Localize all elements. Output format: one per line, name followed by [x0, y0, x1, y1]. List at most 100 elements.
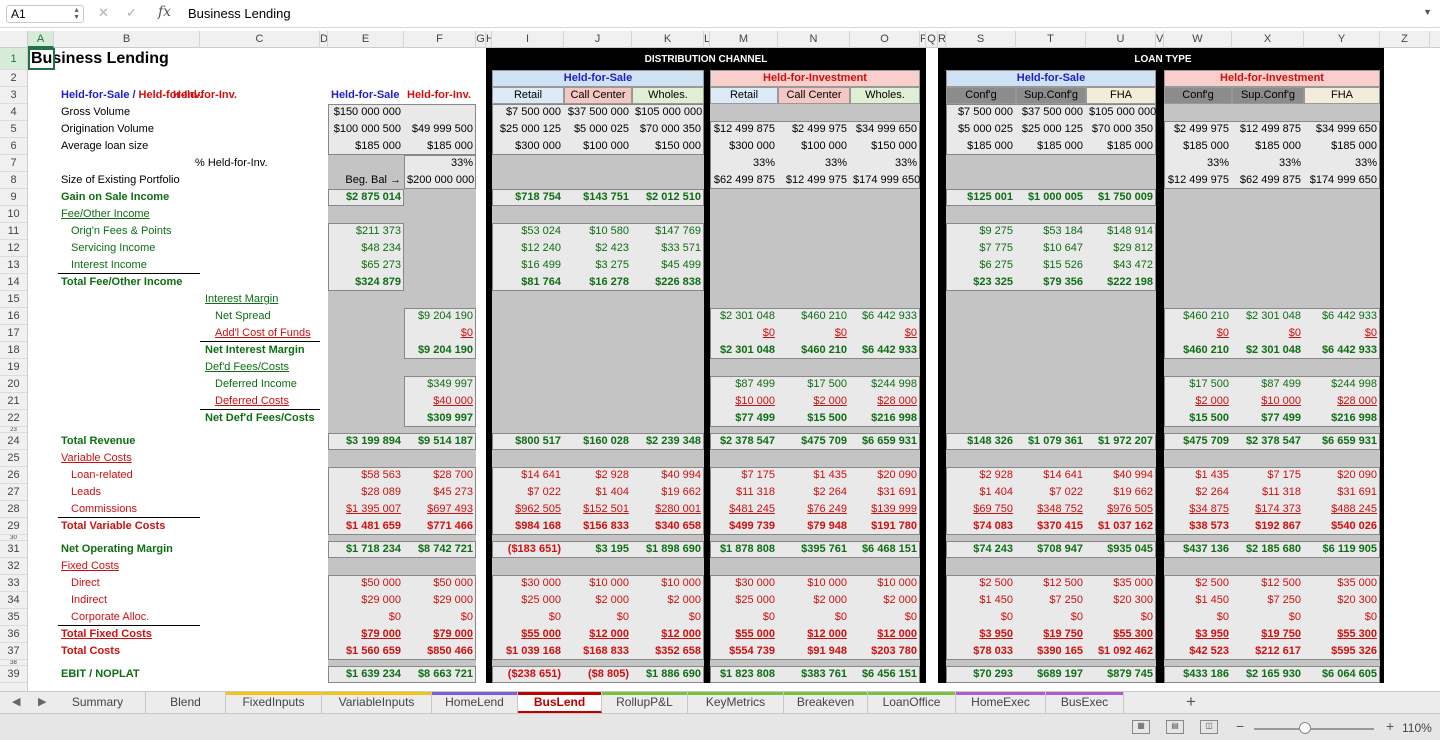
- cell-j14[interactable]: $16 278: [564, 274, 632, 291]
- cell-k5[interactable]: $70 000 350: [632, 121, 704, 138]
- cell-e13[interactable]: $65 273: [328, 257, 404, 274]
- cell-u5[interactable]: $70 000 350: [1086, 121, 1156, 138]
- cell-y21[interactable]: $28 000: [1304, 393, 1380, 410]
- cell-y16[interactable]: $6 442 933: [1304, 308, 1380, 325]
- cell-n35[interactable]: $0: [778, 609, 850, 626]
- cell-j27[interactable]: $1 404: [564, 484, 632, 501]
- cell-j26[interactable]: $2 928: [564, 467, 632, 484]
- row-header-29[interactable]: 29: [0, 518, 27, 535]
- cell-w39[interactable]: $433 186: [1164, 666, 1232, 683]
- row-header-10[interactable]: 10: [0, 206, 27, 223]
- cell-n16[interactable]: $460 210: [778, 308, 850, 325]
- expand-formula-bar-icon[interactable]: ▼: [1423, 7, 1432, 17]
- row-header-7[interactable]: 7: [0, 155, 27, 172]
- cell-j24[interactable]: $160 028: [564, 433, 632, 450]
- cell-o28[interactable]: $139 999: [850, 501, 920, 518]
- cell-s4[interactable]: $7 500 000: [946, 104, 1016, 121]
- cell-i39[interactable]: ($238 651): [492, 666, 564, 683]
- cell-i4[interactable]: $7 500 000: [492, 104, 564, 121]
- cell-e11[interactable]: $211 373: [328, 223, 404, 240]
- cell-n6[interactable]: $100 000: [778, 138, 850, 155]
- cell-s28[interactable]: $69 750: [946, 501, 1016, 518]
- cell-w5[interactable]: $2 499 975: [1164, 121, 1232, 138]
- cell-s13[interactable]: $6 275: [946, 257, 1016, 274]
- row-header-14[interactable]: 14: [0, 274, 27, 291]
- cell-x28[interactable]: $174 373: [1232, 501, 1304, 518]
- row-header-16[interactable]: 16: [0, 308, 27, 325]
- cell-m34[interactable]: $25 000: [710, 592, 778, 609]
- cell-k31[interactable]: $1 898 690: [632, 541, 704, 558]
- cell-t12[interactable]: $10 647: [1016, 240, 1086, 257]
- cell-y31[interactable]: $6 119 905: [1304, 541, 1380, 558]
- cell-x20[interactable]: $87 499: [1232, 376, 1304, 393]
- row-header-2[interactable]: 2: [0, 70, 27, 87]
- cell-m36[interactable]: $55 000: [710, 626, 778, 643]
- cell-i13[interactable]: $16 499: [492, 257, 564, 274]
- cell-o39[interactable]: $6 456 151: [850, 666, 920, 683]
- cell-e37[interactable]: $1 560 659: [328, 643, 404, 660]
- cell-i37[interactable]: $1 039 168: [492, 643, 564, 660]
- cell-k34[interactable]: $2 000: [632, 592, 704, 609]
- cell-k14[interactable]: $226 838: [632, 274, 704, 291]
- cell-o17[interactable]: $0: [850, 325, 920, 342]
- cell-k37[interactable]: $352 658: [632, 643, 704, 660]
- cell-f24[interactable]: $9 514 187: [404, 433, 476, 450]
- cell-u6[interactable]: $185 000: [1086, 138, 1156, 155]
- cell-o26[interactable]: $20 090: [850, 467, 920, 484]
- cell-w17[interactable]: $0: [1164, 325, 1232, 342]
- cell-n20[interactable]: $17 500: [778, 376, 850, 393]
- cell-t37[interactable]: $390 165: [1016, 643, 1086, 660]
- cell-x36[interactable]: $19 750: [1232, 626, 1304, 643]
- cell-y20[interactable]: $244 998: [1304, 376, 1380, 393]
- cell-e26[interactable]: $58 563: [328, 467, 404, 484]
- cell-k11[interactable]: $147 769: [632, 223, 704, 240]
- page-break-view-icon[interactable]: ◫: [1200, 720, 1218, 734]
- cell-m29[interactable]: $499 739: [710, 518, 778, 535]
- cell-j28[interactable]: $152 501: [564, 501, 632, 518]
- cell-t33[interactable]: $12 500: [1016, 575, 1086, 592]
- cell-t29[interactable]: $370 415: [1016, 518, 1086, 535]
- normal-view-icon[interactable]: ▦: [1132, 720, 1150, 734]
- cell-u4[interactable]: $105 000 000: [1086, 104, 1156, 121]
- cell-e6[interactable]: $185 000: [328, 138, 404, 155]
- sheet-tab-busexec[interactable]: BusExec: [1046, 692, 1124, 713]
- cell-w26[interactable]: $1 435: [1164, 467, 1232, 484]
- cell-x7[interactable]: 33%: [1232, 155, 1304, 172]
- column-header-c[interactable]: C: [200, 31, 320, 48]
- cell-n31[interactable]: $395 761: [778, 541, 850, 558]
- column-header-v[interactable]: V: [1156, 31, 1164, 48]
- cell-e36[interactable]: $79 000: [328, 626, 404, 643]
- sheet-tab-blend[interactable]: Blend: [146, 692, 226, 713]
- cell-f35[interactable]: $0: [404, 609, 476, 626]
- name-box-spinner-icon[interactable]: ▲ ▼: [73, 7, 80, 21]
- cell-k39[interactable]: $1 886 690: [632, 666, 704, 683]
- cell-k9[interactable]: $2 012 510: [632, 189, 704, 206]
- cell-f8[interactable]: $200 000 000: [404, 172, 476, 189]
- cell-s12[interactable]: $7 775: [946, 240, 1016, 257]
- cell-i34[interactable]: $25 000: [492, 592, 564, 609]
- cell-x6[interactable]: $185 000: [1232, 138, 1304, 155]
- cell-j35[interactable]: $0: [564, 609, 632, 626]
- cell-n17[interactable]: $0: [778, 325, 850, 342]
- cell-t39[interactable]: $689 197: [1016, 666, 1086, 683]
- cell-o36[interactable]: $12 000: [850, 626, 920, 643]
- cell-k24[interactable]: $2 239 348: [632, 433, 704, 450]
- cell-i6[interactable]: $300 000: [492, 138, 564, 155]
- select-all-button[interactable]: [0, 31, 28, 48]
- cell-u27[interactable]: $19 662: [1086, 484, 1156, 501]
- cell-m22[interactable]: $77 499: [710, 410, 778, 427]
- cell-k13[interactable]: $45 499: [632, 257, 704, 274]
- cell-u34[interactable]: $20 300: [1086, 592, 1156, 609]
- cell-i33[interactable]: $30 000: [492, 575, 564, 592]
- cell-x35[interactable]: $0: [1232, 609, 1304, 626]
- cell-o35[interactable]: $0: [850, 609, 920, 626]
- sheet-tab-keymetrics[interactable]: KeyMetrics: [688, 692, 784, 713]
- cell-f20[interactable]: $349 997: [404, 376, 476, 393]
- cell-m8[interactable]: $62 499 875: [710, 172, 778, 189]
- cell-n22[interactable]: $15 500: [778, 410, 850, 427]
- cell-t35[interactable]: $0: [1016, 609, 1086, 626]
- cell-x34[interactable]: $7 250: [1232, 592, 1304, 609]
- cell-w36[interactable]: $3 950: [1164, 626, 1232, 643]
- cell-k35[interactable]: $0: [632, 609, 704, 626]
- cell-x24[interactable]: $2 378 547: [1232, 433, 1304, 450]
